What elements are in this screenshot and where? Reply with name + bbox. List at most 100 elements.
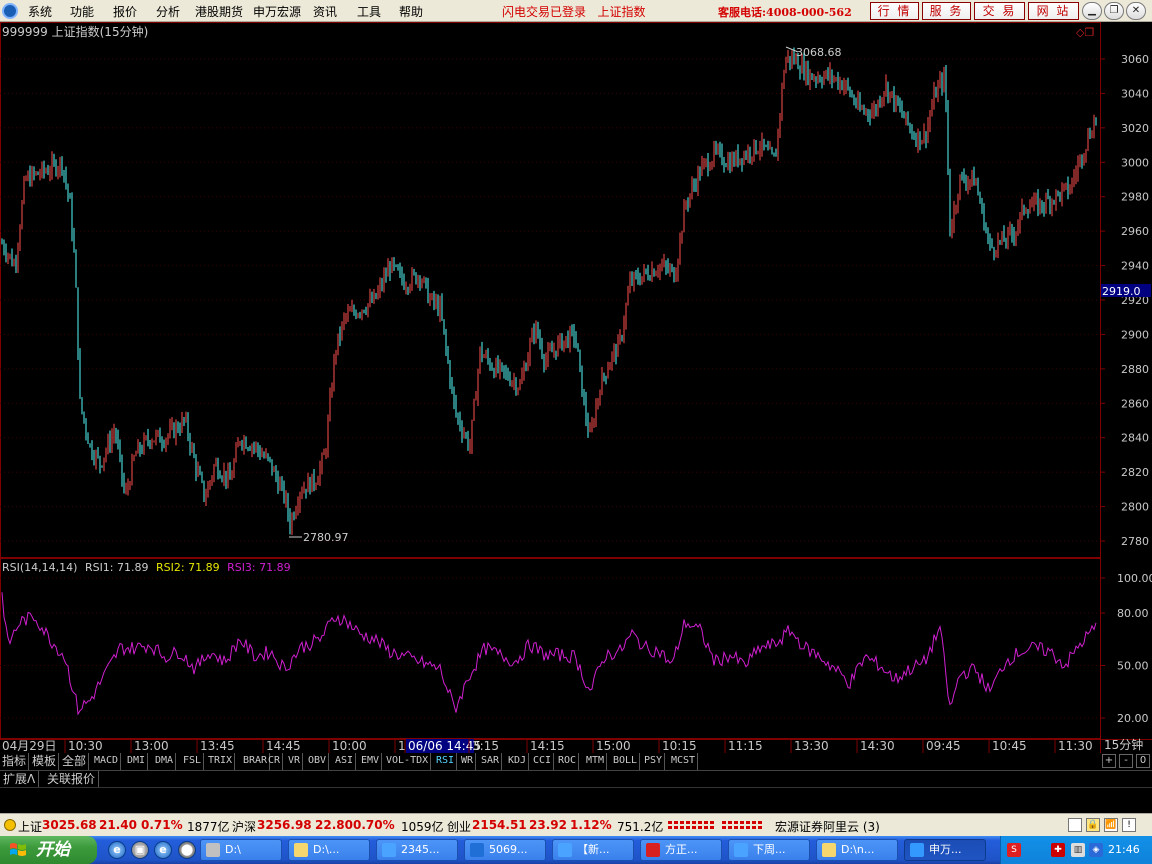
- zoom-in-button[interactable]: +: [1102, 754, 1116, 768]
- tab-mtm[interactable]: MTM: [584, 753, 608, 770]
- minimize-icon[interactable]: ▁: [1082, 2, 1102, 20]
- taskbar-item[interactable]: D:\n...: [816, 839, 898, 861]
- menu-swhy[interactable]: 申万宏源: [253, 3, 301, 20]
- menu-tools[interactable]: 工具: [357, 3, 381, 20]
- market-button[interactable]: 行 情: [870, 2, 919, 20]
- tab-obv[interactable]: OBV: [306, 753, 330, 770]
- rsi-tick-label: 20.00: [1117, 712, 1149, 725]
- menu-system[interactable]: 系统: [28, 3, 52, 20]
- network-icon[interactable]: ▥: [1071, 843, 1085, 857]
- zoom-out-button[interactable]: -: [1119, 754, 1133, 768]
- menu-hk-futures[interactable]: 港股期货: [195, 3, 243, 20]
- tab-cr[interactable]: CR: [266, 753, 284, 770]
- connection-icon[interactable]: [4, 819, 16, 831]
- tab-cci[interactable]: CCI: [531, 753, 555, 770]
- lock-icon[interactable]: 🔒: [1086, 818, 1100, 832]
- ext-tab-related[interactable]: 关联报价: [44, 771, 100, 787]
- time-label: 10:30: [68, 739, 103, 753]
- extension-bar: 扩展Λ 关联报价: [0, 770, 1152, 787]
- ie2-quicklaunch-icon[interactable]: e: [154, 841, 172, 859]
- close-icon[interactable]: ✕: [1126, 2, 1146, 20]
- tab-rsi[interactable]: RSI: [434, 753, 458, 770]
- info-panel: [0, 787, 1152, 813]
- red-cross-icon[interactable]: ✚: [1051, 843, 1065, 857]
- price-tick-label: 2960: [1121, 225, 1149, 238]
- ie-quicklaunch-icon[interactable]: e: [108, 841, 126, 859]
- taskbar-item[interactable]: 方正...: [640, 839, 722, 861]
- sogou-icon[interactable]: S: [1007, 843, 1021, 857]
- taskbar-item[interactable]: 5069...: [464, 839, 546, 861]
- website-button[interactable]: 网 站: [1028, 2, 1079, 20]
- layout-icon[interactable]: [1068, 818, 1082, 832]
- tab-boll[interactable]: BOLL: [611, 753, 641, 770]
- taskbar-item[interactable]: 2345...: [376, 839, 458, 861]
- rsi-tick-label: 100.00: [1117, 572, 1152, 585]
- tab-fsl[interactable]: FSL: [181, 753, 205, 770]
- tab-vr[interactable]: VR: [286, 753, 304, 770]
- chart-options-icon[interactable]: ◇❐: [1076, 26, 1094, 39]
- start-button[interactable]: 开始: [0, 836, 97, 864]
- tab-voltdx[interactable]: VOL-TDX: [384, 753, 432, 770]
- time-label: 3:15: [472, 739, 499, 753]
- candles: [1, 47, 1097, 535]
- reset-button[interactable]: 0: [1136, 754, 1150, 768]
- taskbar-item[interactable]: 下周...: [728, 839, 810, 861]
- tab-mcst[interactable]: MCST: [669, 753, 699, 770]
- taskbar-item[interactable]: D:\: [200, 839, 282, 861]
- signal-icon[interactable]: 📶: [1104, 818, 1118, 832]
- price-tick-label: 2800: [1121, 501, 1149, 514]
- taskbar-item[interactable]: D:\...: [288, 839, 370, 861]
- os-taskbar: 开始 e ▣ e ⬤ D:\ D:\... 2345... 5069... 【新... 方…: [0, 836, 1152, 864]
- ext-tab-expand[interactable]: 扩展Λ: [0, 771, 40, 787]
- time-label: 10:45: [992, 739, 1027, 753]
- tab-trix[interactable]: TRIX: [206, 753, 236, 770]
- time-label: 04月29日: [2, 739, 57, 753]
- tab-wr[interactable]: WR: [459, 753, 477, 770]
- indicator-tab-bar: 指标 模板 全部 MACD DMI DMA FSL TRIX BRAR CR VR OBV ASI EMV…: [0, 753, 1152, 770]
- tab-asi[interactable]: ASI: [333, 753, 357, 770]
- rsi-legend: RSI(14,14,14) RSI1: 71.89 RSI2: 71.89 RS…: [2, 561, 291, 574]
- tab-kdj[interactable]: KDJ: [506, 753, 530, 770]
- taskbar-item-label: D:\...: [313, 843, 340, 856]
- media-quicklaunch-icon[interactable]: ⬤: [178, 841, 196, 859]
- tab-template[interactable]: 模板: [30, 753, 60, 770]
- broker-server[interactable]: 宏源证券阿里云 (3): [775, 818, 880, 835]
- period-label[interactable]: 15分钟: [1104, 737, 1143, 752]
- desktop-quicklaunch-icon[interactable]: ▣: [131, 841, 149, 859]
- taskbar-item[interactable]: 【新...: [552, 839, 634, 861]
- app-logo-icon[interactable]: [2, 3, 18, 19]
- price-tick-label: 3020: [1121, 122, 1149, 135]
- tab-sar[interactable]: SAR: [479, 753, 503, 770]
- rsi-tick-label: 80.00: [1117, 607, 1149, 620]
- tab-dmi[interactable]: DMI: [125, 753, 149, 770]
- menu-function[interactable]: 功能: [70, 3, 94, 20]
- tab-emv[interactable]: EMV: [359, 753, 383, 770]
- taskbar-item-label: 下周...: [753, 843, 786, 856]
- menu-news[interactable]: 资讯: [313, 3, 337, 20]
- tab-indicator[interactable]: 指标: [0, 753, 30, 770]
- menu-analysis[interactable]: 分析: [156, 3, 180, 20]
- service-button[interactable]: 服 务: [922, 2, 971, 20]
- shield-icon[interactable]: ◈: [1089, 843, 1103, 857]
- tab-roc[interactable]: ROC: [556, 753, 580, 770]
- alert-icon[interactable]: !: [1122, 818, 1136, 832]
- ie-icon: [734, 843, 748, 857]
- hs-change: 22.80: [315, 818, 353, 832]
- cy-volume: 751.2亿: [617, 820, 664, 834]
- price-tick-label: 2780: [1121, 535, 1149, 548]
- tab-dma[interactable]: DMA: [153, 753, 177, 770]
- trade-button[interactable]: 交 易: [974, 2, 1025, 20]
- start-label: 开始: [36, 840, 70, 860]
- menu-help[interactable]: 帮助: [399, 3, 423, 20]
- taskbar-item-label: 申万...: [929, 843, 962, 856]
- menu-quote[interactable]: 报价: [113, 3, 137, 20]
- restore-icon[interactable]: ❐: [1104, 2, 1124, 20]
- time-label: 1: [398, 739, 406, 753]
- ie-icon: [558, 843, 572, 857]
- tab-macd[interactable]: MACD: [92, 753, 122, 770]
- clock: 21:46: [1108, 843, 1140, 856]
- taskbar-item[interactable]: 申万...: [904, 839, 986, 861]
- tab-psy[interactable]: PSY: [642, 753, 666, 770]
- tab-all[interactable]: 全部: [60, 753, 90, 770]
- chart-area[interactable]: 999999 上证指数(15分钟) ◇❐ 3068.68 2780.97 306…: [0, 22, 1152, 753]
